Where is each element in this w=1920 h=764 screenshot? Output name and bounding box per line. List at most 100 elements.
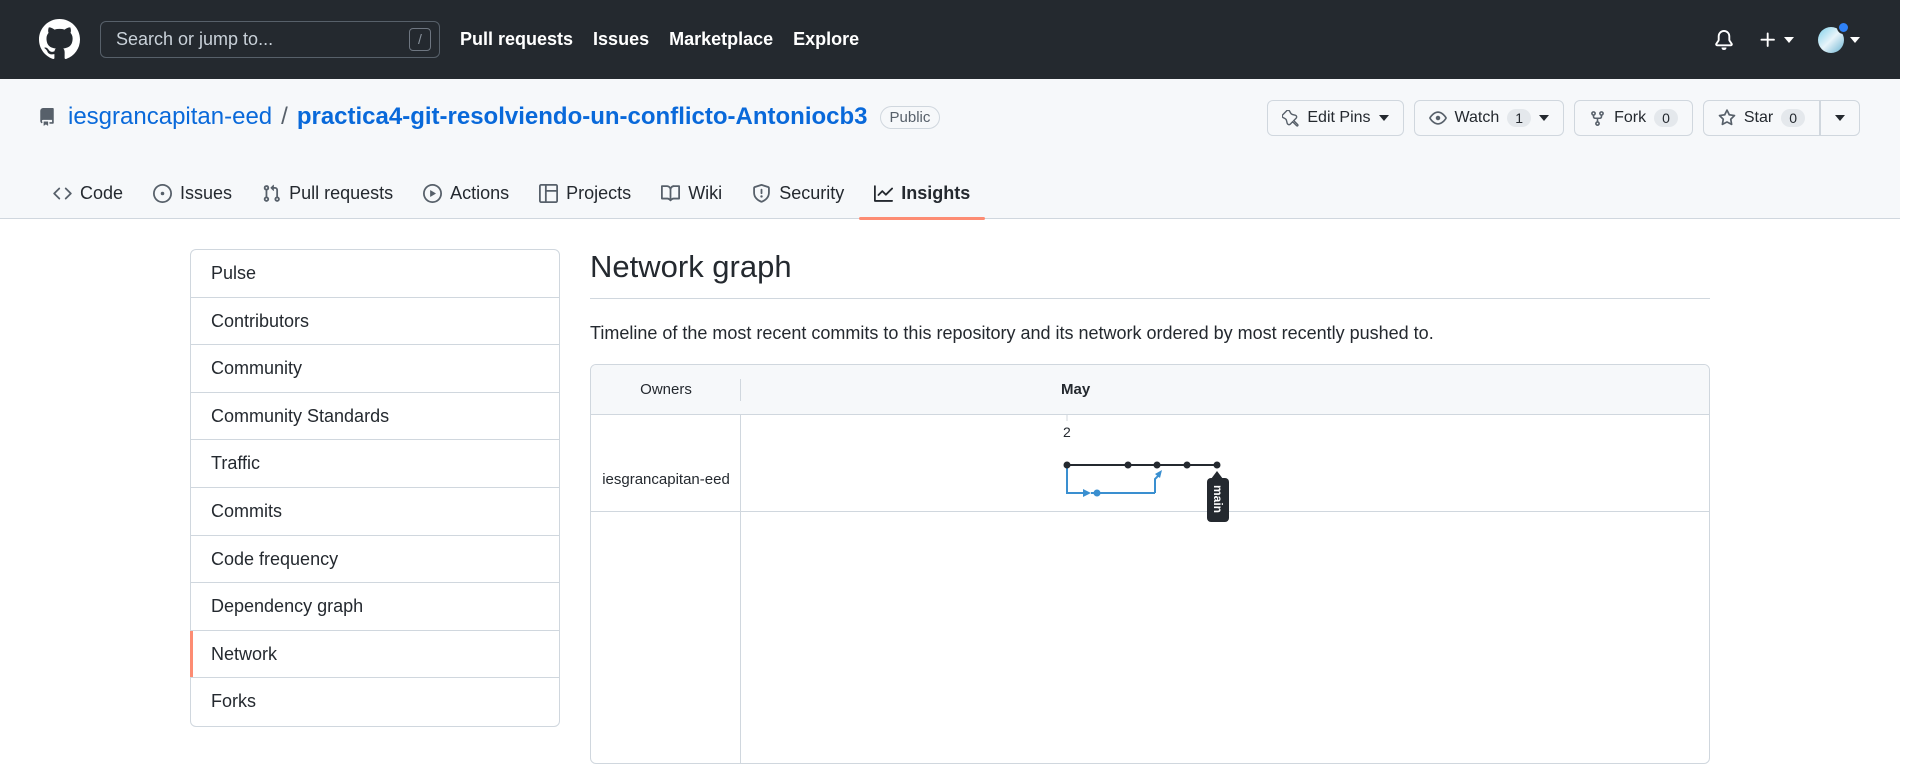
eye-icon	[1428, 111, 1447, 125]
network-graph-body: iesgrancapitan-eed 2 main	[591, 415, 1710, 764]
chevron-down-icon	[1539, 115, 1550, 121]
insights-menu: Pulse Contributors Community Community S…	[190, 249, 560, 727]
chevron-down-icon	[1835, 115, 1845, 121]
search-placeholder: Search or jump to...	[116, 29, 274, 49]
nav-explore[interactable]: Explore	[793, 29, 859, 50]
chevron-down-icon	[1784, 36, 1794, 43]
menu-item-contributors[interactable]: Contributors	[191, 298, 559, 346]
table-icon	[539, 184, 559, 203]
github-logo-icon[interactable]	[39, 19, 80, 60]
watch-button[interactable]: Watch 1	[1413, 100, 1565, 136]
graph-icon	[874, 185, 894, 202]
tab-insights[interactable]: Insights	[859, 168, 986, 220]
commit-dot[interactable]	[1153, 461, 1161, 469]
avatar	[1818, 20, 1850, 53]
bell-icon[interactable]	[1714, 29, 1734, 50]
code-icon	[53, 187, 72, 200]
create-new-button[interactable]	[1758, 30, 1794, 50]
fork-count: 0	[1654, 109, 1678, 127]
menu-item-community[interactable]: Community	[191, 345, 559, 393]
nav-pull-requests[interactable]: Pull requests	[460, 29, 573, 50]
tab-label: Issues	[180, 183, 233, 203]
commit-dot[interactable]	[1093, 489, 1101, 497]
chevron-down-icon	[1850, 36, 1860, 43]
page-title: Network graph	[590, 249, 1710, 299]
menu-item-commits[interactable]: Commits	[191, 488, 559, 536]
play-icon	[423, 184, 443, 203]
star-count: 0	[1781, 109, 1805, 127]
tab-wiki[interactable]: Wiki	[646, 168, 737, 219]
month-label: May	[1061, 381, 1091, 398]
repo-header: iesgrancapitan-eed / practica4-git-resol…	[0, 79, 1900, 220]
fork-label: Fork	[1614, 109, 1647, 126]
book-icon	[661, 185, 681, 202]
branch-label-pointer	[1211, 471, 1223, 479]
plus-icon	[1760, 32, 1775, 47]
repo-title: iesgrancapitan-eed / practica4-git-resol…	[38, 103, 941, 131]
menu-item-dependency-graph[interactable]: Dependency graph	[191, 583, 559, 631]
commit-dot[interactable]	[1183, 461, 1191, 469]
tab-pull-requests[interactable]: Pull requests	[247, 168, 408, 219]
network-graph-header: Owners May	[591, 365, 1709, 415]
tab-label: Pull requests	[289, 183, 394, 203]
merge-line	[1154, 474, 1160, 493]
side-branch-line	[1066, 465, 1087, 494]
star-button[interactable]: Star 0	[1702, 100, 1820, 136]
menu-item-network[interactable]: Network	[190, 630, 559, 679]
menu-item-code-frequency[interactable]: Code frequency	[191, 536, 559, 584]
search-shortcut-key: /	[409, 28, 431, 51]
menu-item-forks[interactable]: Forks	[191, 678, 559, 726]
tab-projects[interactable]: Projects	[524, 168, 646, 219]
star-icon	[1718, 109, 1736, 126]
watch-count: 1	[1507, 109, 1532, 127]
repo-icon	[40, 108, 54, 126]
tab-code[interactable]: Code	[38, 168, 138, 219]
commit-graph[interactable]: 2 main	[741, 415, 1710, 764]
tab-security[interactable]: Security	[737, 168, 859, 219]
header-divider	[740, 379, 741, 401]
user-menu-button[interactable]	[1818, 20, 1860, 53]
owner-name: iesgrancapitan-eed	[602, 471, 730, 488]
branch-label: main	[1211, 485, 1225, 513]
menu-item-pulse[interactable]: Pulse	[191, 250, 559, 298]
visibility-badge: Public	[879, 105, 941, 129]
fork-button[interactable]: Fork 0	[1574, 100, 1693, 136]
page-description: Timeline of the most recent commits to t…	[590, 323, 1434, 343]
commit-dot[interactable]	[1213, 461, 1221, 469]
tab-actions[interactable]: Actions	[408, 168, 524, 219]
repo-separator: /	[281, 103, 288, 130]
search-input[interactable]: Search or jump to... /	[100, 21, 440, 58]
edit-pins-button[interactable]: Edit Pins	[1267, 100, 1404, 136]
tab-label: Insights	[901, 183, 971, 203]
nav-marketplace[interactable]: Marketplace	[669, 29, 773, 50]
pull-request-icon	[263, 184, 280, 202]
tab-label: Wiki	[688, 183, 723, 203]
day-label: 2	[1063, 424, 1071, 440]
main-content: Network graph Timeline of the most recen…	[590, 249, 1710, 764]
tab-issues[interactable]: Issues	[138, 168, 247, 219]
notification-dot	[1837, 20, 1850, 34]
global-nav: Pull requests Issues Marketplace Explore	[460, 0, 859, 79]
edit-pins-label: Edit Pins	[1307, 109, 1371, 126]
nav-issues[interactable]: Issues	[593, 29, 649, 50]
repo-owner-link[interactable]: iesgrancapitan-eed	[68, 103, 272, 131]
repo-actions: Edit Pins Watch 1 Fork 0 Star 0	[1267, 100, 1860, 136]
fork-icon	[1591, 110, 1604, 126]
header-actions	[1714, 0, 1860, 79]
menu-item-traffic[interactable]: Traffic	[191, 440, 559, 488]
shield-icon	[753, 184, 770, 203]
tab-label: Code	[80, 183, 124, 203]
global-header: Search or jump to... / Pull requests Iss…	[0, 0, 1900, 79]
tab-label: Projects	[566, 183, 632, 203]
star-label: Star	[1743, 109, 1774, 126]
commit-dot[interactable]	[1124, 461, 1132, 469]
owners-column-header: Owners	[640, 381, 692, 398]
commit-dot[interactable]	[1063, 461, 1071, 469]
watch-label: Watch	[1454, 109, 1500, 126]
arrow-icon	[1083, 489, 1091, 497]
star-list-dropdown[interactable]	[1820, 100, 1860, 136]
repo-name-link[interactable]: practica4-git-resolviendo-un-conflicto-A…	[297, 103, 868, 131]
issue-icon	[153, 184, 173, 203]
network-graph[interactable]: Owners May iesgrancapitan-eed 2 main	[590, 364, 1710, 764]
menu-item-community-standards[interactable]: Community Standards	[191, 393, 559, 441]
